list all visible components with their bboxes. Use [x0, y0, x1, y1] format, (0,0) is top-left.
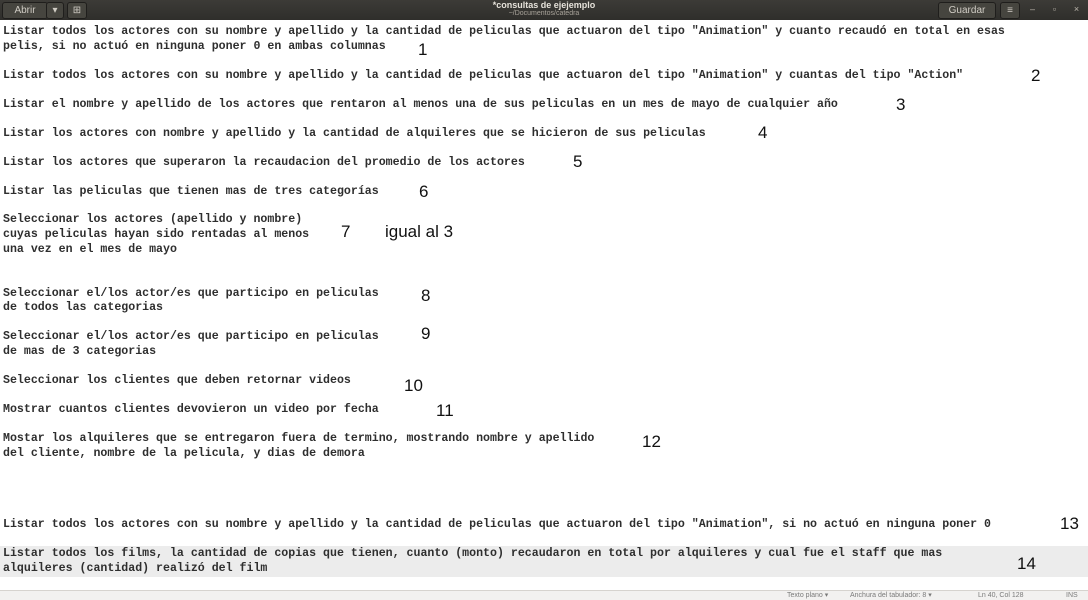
query-number: 3	[896, 95, 906, 114]
query-text-line: Mostrar cuantos clientes devovieron un v…	[3, 403, 379, 416]
query-number: 9	[421, 324, 431, 343]
query-number: 11	[436, 401, 454, 420]
window-title: *consultas de ejejemplo	[492, 0, 596, 10]
query-number: 8	[421, 286, 431, 305]
query-number: 13	[1060, 514, 1079, 533]
query-text-line: Listar los actores con nombre y apellido…	[3, 127, 706, 140]
query-number: 5	[573, 152, 583, 171]
handwritten-note: igual al 3	[385, 222, 454, 241]
query-text-line: Listar el nombre y apellido de los actor…	[3, 98, 838, 111]
query-text-line: Listar todos los films, la cantidad de c…	[3, 547, 943, 560]
query-number: 14	[1017, 554, 1036, 573]
close-button[interactable]: ×	[1070, 3, 1083, 16]
maximize-button[interactable]: ▫	[1048, 3, 1061, 16]
maximize-icon: ▫	[1052, 4, 1057, 14]
query-text-line: del cliente, nombre de la pelicula, y di…	[3, 447, 365, 460]
minimize-button[interactable]: –	[1026, 3, 1039, 16]
text-editor-area[interactable]: Listar todos los actores con su nombre y…	[0, 20, 1088, 590]
query-text-line: Listar todos los actores con su nombre y…	[3, 518, 991, 531]
query-text-line: cuyas peliculas hayan sido rentadas al m…	[3, 228, 310, 241]
query-number: 12	[642, 432, 661, 451]
close-icon: ×	[1073, 4, 1080, 14]
query-number: 6	[419, 182, 429, 201]
query-text-line: Listar las peliculas que tienen mas de t…	[3, 185, 379, 198]
query-text-line: Seleccionar el/los actor/es que particip…	[3, 330, 379, 343]
language-label: Texto plano	[787, 592, 823, 599]
minimize-icon: –	[1029, 4, 1035, 14]
title-bar: Abrir ▾ ⊞ *consultas de ejejemplo ~/Docu…	[0, 0, 1088, 20]
query-text-line: Seleccionar los actores (apellido y nomb…	[3, 213, 303, 226]
query-text-line: de mas de 3 categorias	[3, 345, 157, 358]
query-text-line: una vez en el mes de mayo	[3, 243, 177, 256]
query-text-line: Listar todos los actores con su nombre y…	[3, 25, 1005, 38]
query-text-line: Listar los actores que superaron la reca…	[3, 156, 525, 169]
window-subtitle: ~/Documentos/catedra	[508, 10, 580, 17]
query-text-line: alquileres (cantidad) realizó del film	[3, 562, 268, 575]
query-text-line: Seleccionar los clientes que deben retor…	[3, 374, 351, 387]
window-title-area: *consultas de ejejemplo ~/Documentos/cat…	[0, 0, 1088, 18]
query-number: 1	[418, 40, 428, 59]
hamburger-menu-icon: ≡	[1007, 5, 1013, 16]
query-text-line: pelis, si no actuó en ninguna poner 0 en…	[3, 40, 386, 53]
save-button[interactable]: Guardar	[938, 2, 996, 19]
query-number: 7	[341, 222, 351, 241]
query-number: 10	[404, 376, 423, 395]
query-text-line: Listar todos los actores con su nombre y…	[3, 69, 964, 82]
query-text-line: Mostar los alquileres que se entregaron …	[3, 432, 595, 445]
query-number: 2	[1031, 66, 1041, 85]
query-text-line: Seleccionar el/los actor/es que particip…	[3, 287, 379, 300]
query-text-line: de todos las categorias	[3, 301, 164, 314]
menu-button[interactable]: ≡	[1000, 2, 1020, 19]
tab-width-label: Anchura del tabulador: 8	[850, 592, 927, 599]
query-number: 4	[758, 123, 768, 142]
